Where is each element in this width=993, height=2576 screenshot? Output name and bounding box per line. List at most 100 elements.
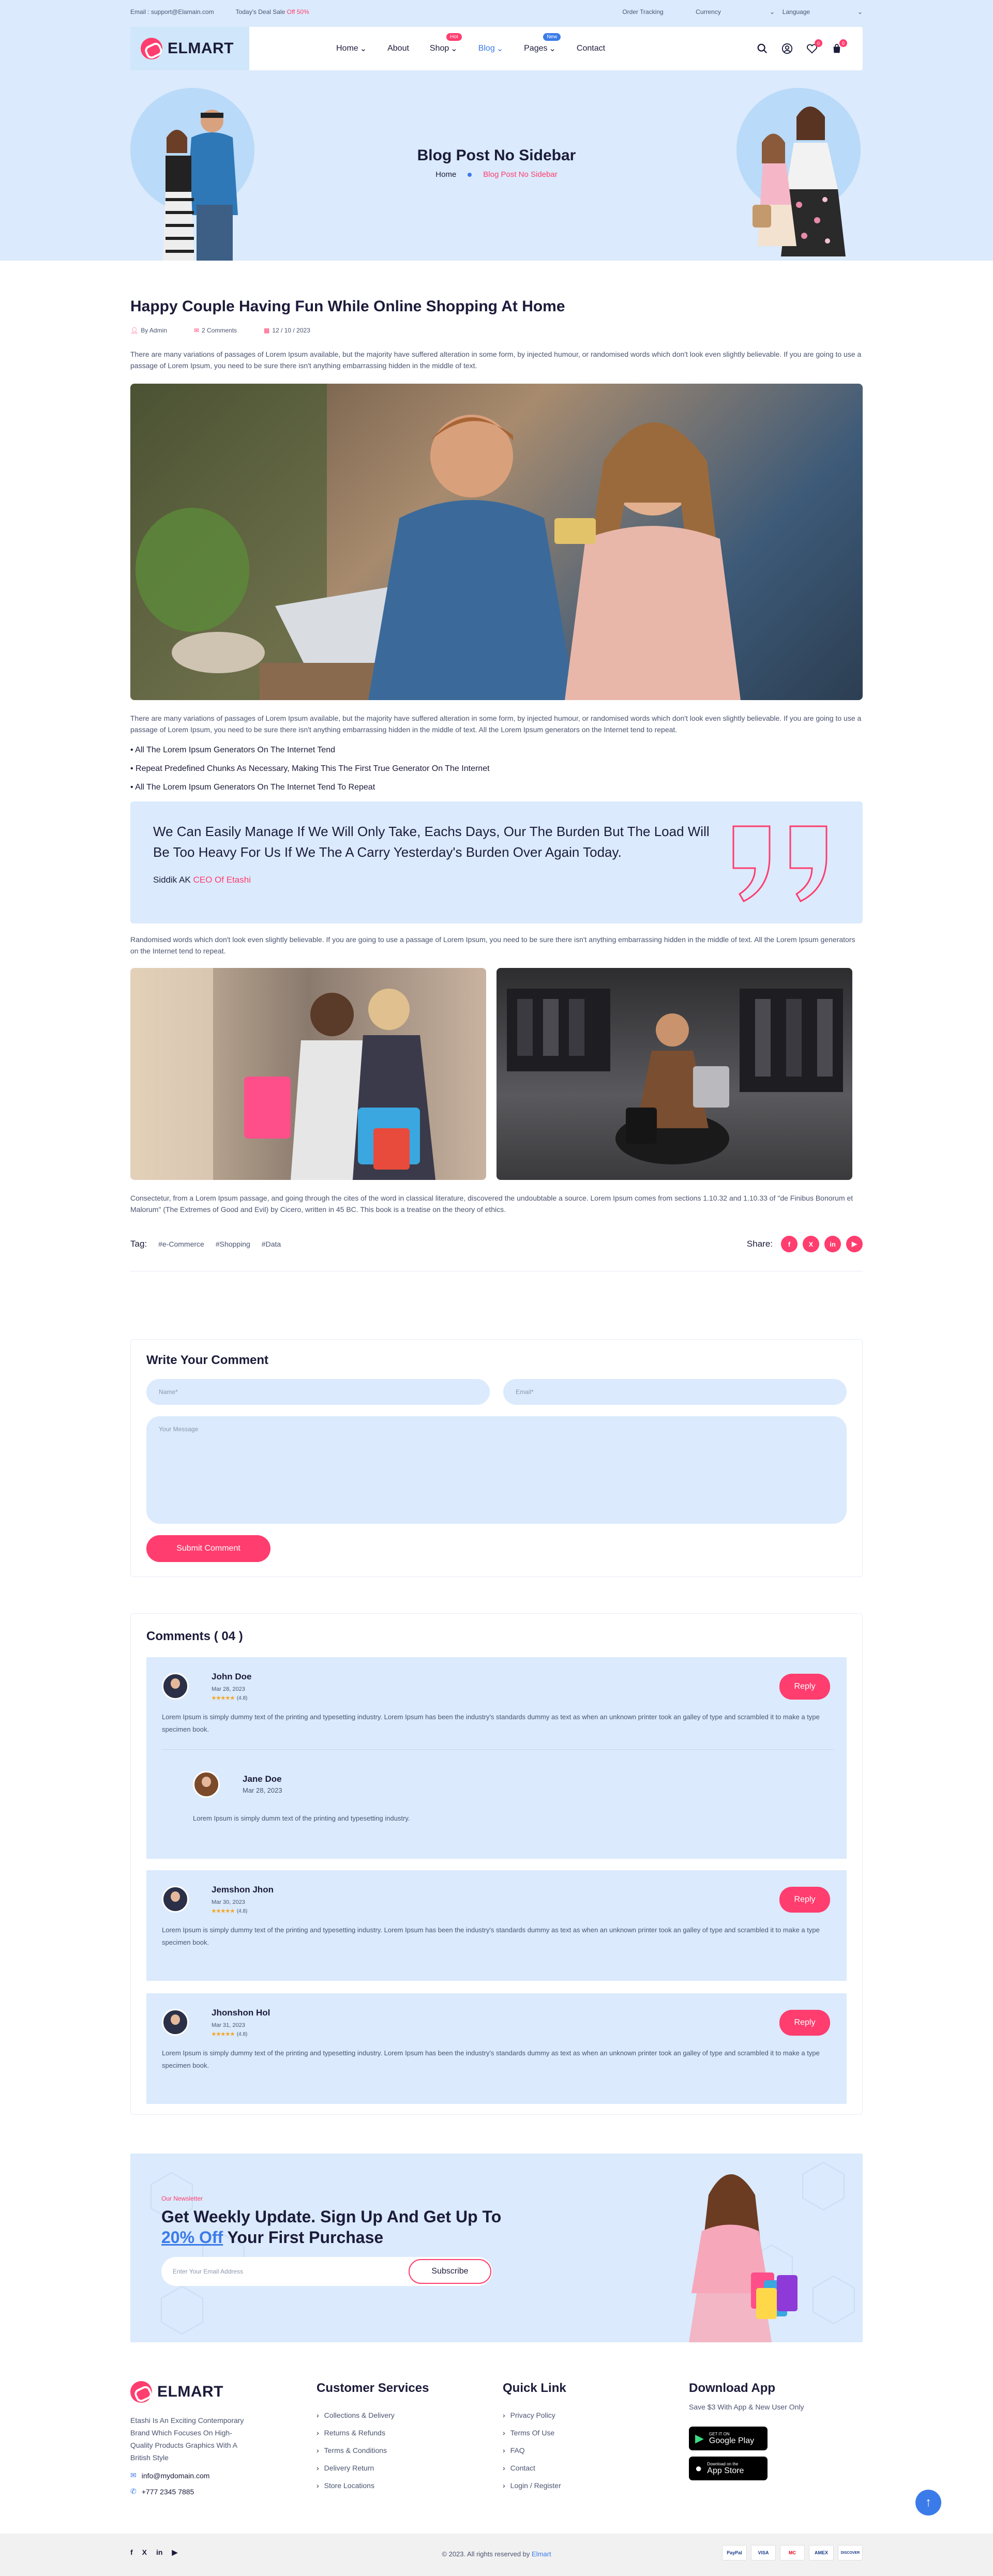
bullet-item: • All The Lorem Ipsum Generators On The … [130,783,375,792]
nav-item-shop[interactable]: Shop ⌄ Hot [429,33,462,54]
logo-mark-icon [141,38,162,59]
main-header: ELMART Home ⌄ About Shop ⌄ Hot Blog ⌄ Pages ⌄ New C… [130,27,863,70]
chevron-down-icon: ⌄ [450,44,458,53]
footer-link[interactable]: Login / Register [503,2481,566,2490]
subscribe-button[interactable]: Subscribe [409,2259,491,2284]
services-title: Customer Services [317,2381,429,2395]
google-play-button[interactable]: ▶ GET IT ON Google Play [689,2427,768,2450]
nav-item-home[interactable]: Home ⌄ [336,43,367,54]
download-title: Download App [689,2381,776,2395]
page-hero: ELMART Home ⌄ About Shop ⌄ Hot Blog ⌄ Pages ⌄ New C… [0,24,993,261]
search-button[interactable] [756,42,769,55]
chevron-down-icon: ⌄ [496,44,504,53]
comments-label: 2 Comments [202,327,237,334]
footer-logo[interactable]: ELMART [130,2381,254,2403]
footer-link[interactable]: Contact [503,2464,566,2472]
main-nav: Home ⌄ About Shop ⌄ Hot Blog ⌄ Pages ⌄ New Contact [336,33,605,54]
share-links: Share: f X in ▶ [747,1236,863,1252]
footer-link[interactable]: Privacy Policy [503,2411,566,2419]
phone-icon: ✆ [130,2487,137,2495]
bullet-text: Repeat Predefined Chunks As Necessary, M… [136,764,490,773]
mail-icon: ✉ [130,2471,137,2479]
star-rating: ★★★★★ (4.8) [212,1695,247,1701]
comment-author: Jhonshon Hol [212,2008,270,2018]
nav-label: About [387,44,409,53]
submit-comment-button[interactable]: Submit Comment [146,1535,270,1562]
footer-download: Download App Save $3 With App & New User… [689,2381,804,2487]
tag-link[interactable]: #Data [262,1240,281,1248]
footer-link[interactable]: Store Locations [317,2481,429,2490]
post-comments-count[interactable]: ✉ 2 Comments [194,327,237,334]
name-input[interactable]: Name* [146,1379,490,1405]
tag-link[interactable]: #Shopping [216,1240,250,1248]
post-intro: There are many variations of passages of… [130,350,862,370]
app-store-button[interactable]: ● Download on the App Store [689,2457,768,2480]
wishlist-count: 0 [815,39,822,47]
message-textarea[interactable]: Your Message [146,1416,847,1524]
nav-item-about[interactable]: About [387,43,409,54]
footer-link[interactable]: FAQ [503,2446,566,2454]
linkedin-icon[interactable]: in [824,1236,841,1252]
footer-link[interactable]: Terms Of Use [503,2429,566,2437]
footer-email[interactable]: ✉ info@mydomain.com [130,2471,254,2480]
facebook-icon[interactable]: f [781,1236,798,1252]
google-play-icon: ▶ [695,2432,704,2445]
footer-link[interactable]: Returns & Refunds [317,2429,429,2437]
cart-count: 0 [839,39,847,47]
brand-logo[interactable]: ELMART [130,27,249,70]
search-icon [757,43,768,54]
language-select[interactable]: Language ⌄ [775,8,863,16]
account-button[interactable] [781,42,793,55]
email-input[interactable]: Email* [503,1379,847,1405]
post-author[interactable]: 👤︎ By Admin [130,327,167,334]
footer-link[interactable]: Terms & Conditions [317,2446,429,2454]
deal-percent: Off 50% [287,8,309,16]
avatar [193,1771,220,1798]
footer-link[interactable]: Collections & Delivery [317,2411,429,2419]
apple-icon: ● [695,2462,702,2475]
reply-button[interactable]: Reply [779,2010,830,2036]
blockquote: We Can Easily Manage If We Will Only Tak… [130,801,863,923]
breadcrumb-home[interactable]: Home [435,170,456,179]
footer-description: Etashi Is An Exciting Contemporary Brand… [130,2416,244,2462]
x-twitter-icon[interactable]: X [803,1236,819,1252]
tag-link[interactable]: #e-Commerce [158,1240,204,1248]
quote-text: We Can Easily Manage If We Will Only Tak… [153,824,710,860]
post-main-image [130,384,863,700]
scroll-to-top-button[interactable]: ↑ [915,2490,941,2516]
logo-mark-icon [130,2381,152,2403]
visa-icon: VISA [751,2545,776,2560]
nav-label: Shop [429,44,449,53]
nav-item-pages[interactable]: Pages ⌄ New [524,33,561,54]
comment-thread: John Doe Mar 28, 2023 ★★★★★ (4.8) Reply L… [146,1657,847,1859]
nav-badge: Hot [446,33,462,41]
youtube-icon[interactable]: ▶ [846,1236,863,1252]
order-tracking-link[interactable]: Order Tracking [599,8,687,16]
star-rating: ★★★★★ (4.8) [212,1908,247,1914]
footer-link[interactable]: Delivery Return [317,2464,429,2472]
gallery-image-2 [496,968,852,1180]
star-rating: ★★★★★ (4.8) [212,2032,247,2037]
wishlist-button[interactable]: 0 [806,39,822,55]
comment-date: Mar 30, 2023 [212,1899,245,1905]
breadcrumb-current: Blog Post No Sidebar [483,170,558,179]
copyright-brand[interactable]: Elmart [532,2550,551,2558]
phone-text: +777 2345 7885 [141,2487,194,2496]
post-title: Happy Couple Having Fun While Online Sho… [130,298,565,315]
user-icon: 👤︎ [130,327,139,334]
header-actions: 0 0 [756,39,847,55]
nav-item-contact[interactable]: Contact [577,43,605,54]
cart-button[interactable]: 0 [831,39,847,55]
rating-value: (4.8) [236,1695,248,1701]
deal-text: Today's Deal Sale Off 50% [236,8,309,16]
nav-item-blog[interactable]: Blog ⌄ [478,43,503,54]
store-small-text: GET IT ON [709,2431,730,2436]
support-email[interactable]: Email : support@Elamain.com [130,8,214,16]
currency-label: Currency [696,8,721,16]
reply-button[interactable]: Reply [779,1674,830,1700]
footer-quick-links: Quick Link Privacy Policy Terms Of Use F… [503,2381,566,2499]
reply-button[interactable]: Reply [779,1887,830,1913]
footer-phone[interactable]: ✆ +777 2345 7885 [130,2487,254,2496]
currency-select[interactable]: Currency ⌄ [687,8,775,16]
brand-name: ELMART [168,40,234,57]
